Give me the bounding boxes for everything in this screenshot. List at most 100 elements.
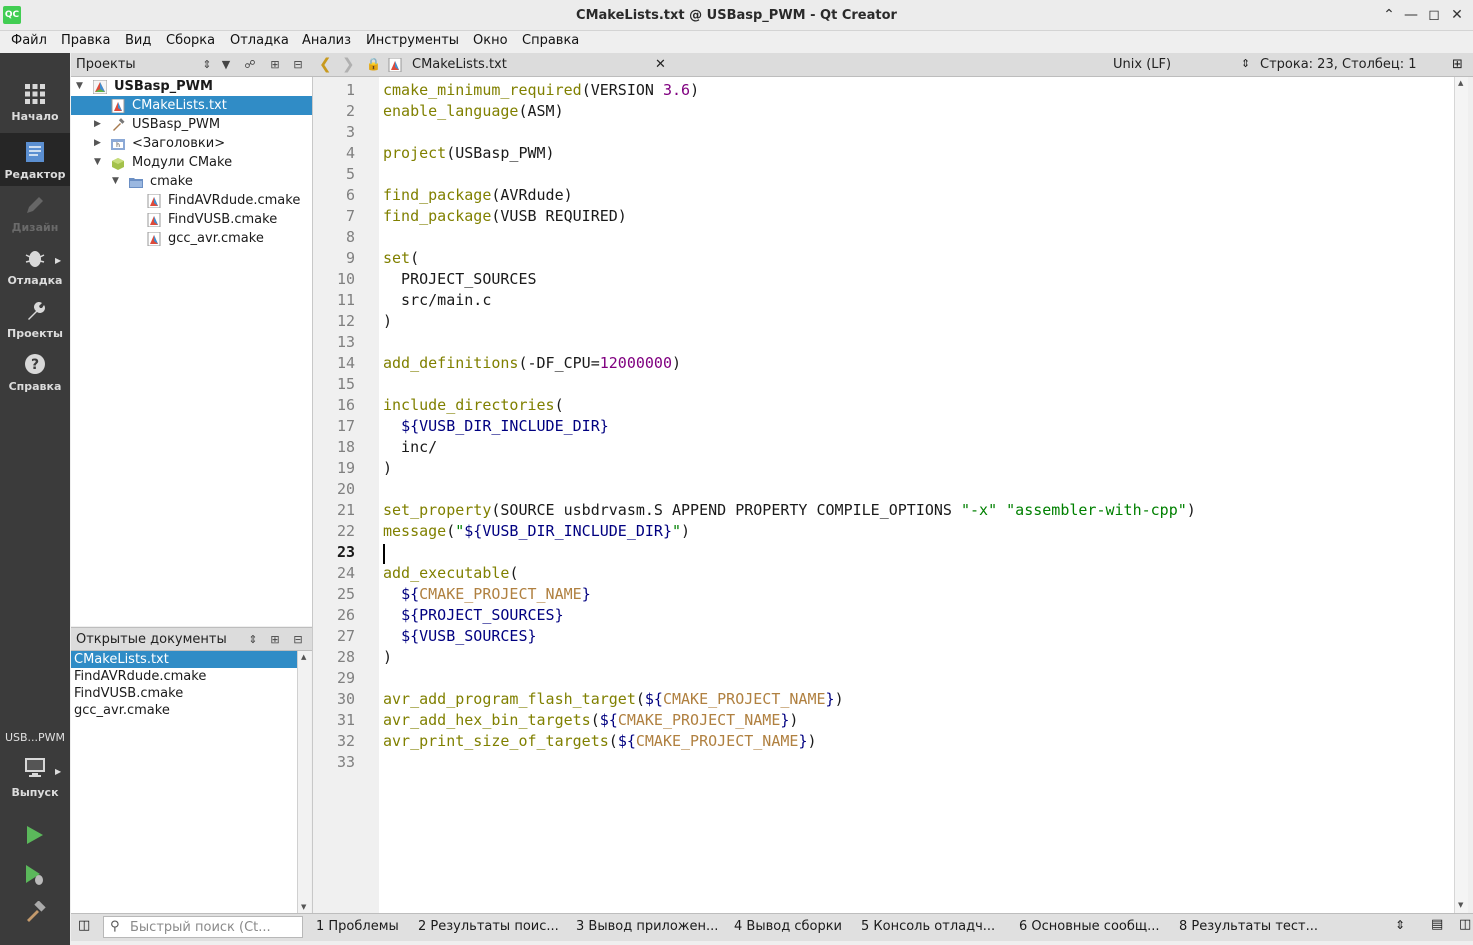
expand-icon[interactable]: ▶: [94, 115, 104, 134]
code-editor[interactable]: cmake_minimum_required(VERSION 3.6) enab…: [379, 77, 1454, 913]
code-token: project: [383, 144, 447, 162]
code-line: src/main.c: [383, 291, 491, 309]
mode-debug-label: Отладка: [7, 274, 63, 287]
line-number: 3: [345, 123, 355, 141]
mode-debug[interactable]: ▶ Отладка: [0, 239, 70, 292]
cmake-modules-icon: [112, 158, 124, 170]
menu-view[interactable]: Вид: [125, 33, 151, 48]
split-icon[interactable]: ⊞: [267, 57, 283, 73]
editor-scrollbar[interactable]: ▲ ▼: [1454, 77, 1468, 913]
tree-item-cmake-folder[interactable]: ▼ cmake: [71, 172, 312, 191]
mode-design-label: Дизайн: [11, 221, 59, 234]
filter-icon[interactable]: ▼: [218, 57, 234, 73]
locator-input[interactable]: ⚲ Быстрый поиск (Ct...: [103, 916, 303, 938]
mode-help[interactable]: ? Справка: [0, 345, 70, 398]
cursor-position[interactable]: Строка: 23, Столбец: 1: [1260, 57, 1417, 72]
toggle-sidebar-icon[interactable]: ◫: [78, 918, 90, 933]
close-button[interactable]: ✕: [1447, 5, 1467, 25]
build-target-icon: [113, 118, 125, 131]
expand-icon[interactable]: ▶: [94, 134, 104, 153]
code-line: include_directories(: [383, 396, 564, 414]
grid-icon: [25, 84, 45, 104]
build-hammer-icon[interactable]: [24, 901, 46, 923]
open-documents-scrollbar[interactable]: ▲ ▼: [297, 651, 311, 915]
split-editor-icon[interactable]: ⊞: [1452, 57, 1463, 72]
output-tab-issues[interactable]: 1 Проблемы: [316, 919, 399, 934]
kit-expand-icon: ▶: [55, 767, 62, 776]
close-document-icon[interactable]: ✕: [655, 57, 666, 72]
wrench-icon: [28, 302, 45, 320]
mode-editor[interactable]: Редактор: [0, 133, 70, 186]
menu-file[interactable]: Файл: [11, 33, 47, 48]
code-line: enable_language(ASM): [383, 102, 564, 120]
toggle-right-sidebar-icon[interactable]: ◫: [1459, 917, 1471, 932]
project-tree: ▼ USBasp_PWM CMakeLists.txt ▶ USBasp_PWM…: [71, 77, 312, 626]
tree-item-findvusb[interactable]: FindVUSB.cmake: [71, 210, 312, 229]
code-token: 12000000: [599, 354, 672, 372]
view-switch-icon[interactable]: ⇕: [199, 57, 215, 73]
run-icon[interactable]: [24, 824, 46, 846]
scroll-up-icon[interactable]: ▲: [1458, 79, 1463, 87]
line-number: 6: [345, 186, 355, 204]
kit-selector[interactable]: ▶ Выпуск: [0, 748, 70, 801]
debug-run-icon[interactable]: [24, 863, 46, 887]
tree-item-cmake-modules[interactable]: ▼ Модули CMake: [71, 153, 312, 172]
code-token: ): [383, 648, 393, 666]
line-number: 19: [336, 459, 355, 477]
menu-analyze[interactable]: Анализ: [302, 33, 351, 48]
headers-icon: h: [111, 139, 125, 150]
collapse-icon[interactable]: ▼: [76, 77, 86, 96]
tree-item-cmakelists[interactable]: CMakeLists.txt: [71, 96, 312, 115]
output-tab-debugger-console[interactable]: 5 Консоль отладч...: [861, 919, 995, 934]
menu-build[interactable]: Сборка: [166, 33, 215, 48]
mode-welcome[interactable]: Начало: [0, 75, 70, 128]
output-tab-compile-output[interactable]: 4 Вывод сборки: [734, 919, 842, 934]
window-shade-icon[interactable]: ⌃: [1379, 5, 1399, 25]
tree-item-label: USBasp_PWM: [132, 117, 221, 132]
scroll-up-icon[interactable]: ▲: [301, 653, 306, 661]
current-file-combo[interactable]: CMakeLists.txt: [412, 57, 507, 72]
view-switch-icon[interactable]: ⇕: [245, 632, 261, 648]
output-tab-search-results[interactable]: 2 Результаты поис...: [418, 919, 559, 934]
tree-item-project[interactable]: ▼ USBasp_PWM: [71, 77, 312, 96]
link-icon[interactable]: ☍: [242, 57, 258, 73]
close-pane-icon[interactable]: ⊟: [290, 57, 306, 73]
open-documents-list: CMakeLists.txt FindAVRdude.cmake FindVUS…: [71, 651, 297, 915]
menu-tools[interactable]: Инструменты: [366, 33, 459, 48]
tree-item-gcc-avr[interactable]: gcc_avr.cmake: [71, 229, 312, 248]
scroll-down-icon[interactable]: ▼: [1458, 901, 1463, 909]
menu-help[interactable]: Справка: [522, 33, 579, 48]
line-endings-combo[interactable]: Unix (LF): [1113, 57, 1171, 72]
line-number: 17: [336, 417, 355, 435]
code-token: (SOURCE usbdrvasm.S APPEND PROPERTY COMP…: [491, 501, 961, 519]
back-icon[interactable]: ❮: [319, 55, 332, 73]
close-pane-icon[interactable]: ⊟: [290, 632, 306, 648]
output-tab-general-messages[interactable]: 6 Основные сообщ...: [1019, 919, 1160, 934]
progress-details-icon[interactable]: ▤: [1431, 917, 1443, 932]
open-doc-item[interactable]: CMakeLists.txt: [71, 651, 297, 668]
code-line: set(: [383, 249, 419, 267]
tree-item-findavrdude[interactable]: FindAVRdude.cmake: [71, 191, 312, 210]
split-icon[interactable]: ⊞: [267, 632, 283, 648]
minimize-button[interactable]: —: [1401, 5, 1421, 25]
collapse-icon[interactable]: ▼: [112, 172, 122, 191]
open-doc-item[interactable]: FindVUSB.cmake: [71, 685, 297, 702]
code-token: add_executable: [383, 564, 510, 582]
output-pane-switch-icon[interactable]: ⇕: [1395, 918, 1405, 932]
menu-debug[interactable]: Отладка: [230, 33, 289, 48]
maximize-button[interactable]: ◻: [1424, 5, 1444, 25]
open-doc-item[interactable]: gcc_avr.cmake: [71, 702, 297, 719]
collapse-icon[interactable]: ▼: [94, 153, 104, 172]
output-tab-application-output[interactable]: 3 Вывод приложен...: [576, 919, 718, 934]
mode-design[interactable]: Дизайн: [0, 186, 70, 239]
tree-item-headers[interactable]: ▶ h <Заголовки>: [71, 134, 312, 153]
output-tab-test-results[interactable]: 8 Результаты тест...: [1179, 919, 1318, 934]
code-line: PROJECT_SOURCES: [383, 270, 536, 288]
open-doc-item[interactable]: FindAVRdude.cmake: [71, 668, 297, 685]
tree-item-target[interactable]: ▶ USBasp_PWM: [71, 115, 312, 134]
menu-edit[interactable]: Правка: [61, 33, 110, 48]
forward-icon[interactable]: ❯: [342, 55, 355, 73]
scroll-down-icon[interactable]: ▼: [301, 903, 306, 911]
menu-window[interactable]: Окно: [473, 33, 508, 48]
mode-projects[interactable]: Проекты: [0, 292, 70, 345]
